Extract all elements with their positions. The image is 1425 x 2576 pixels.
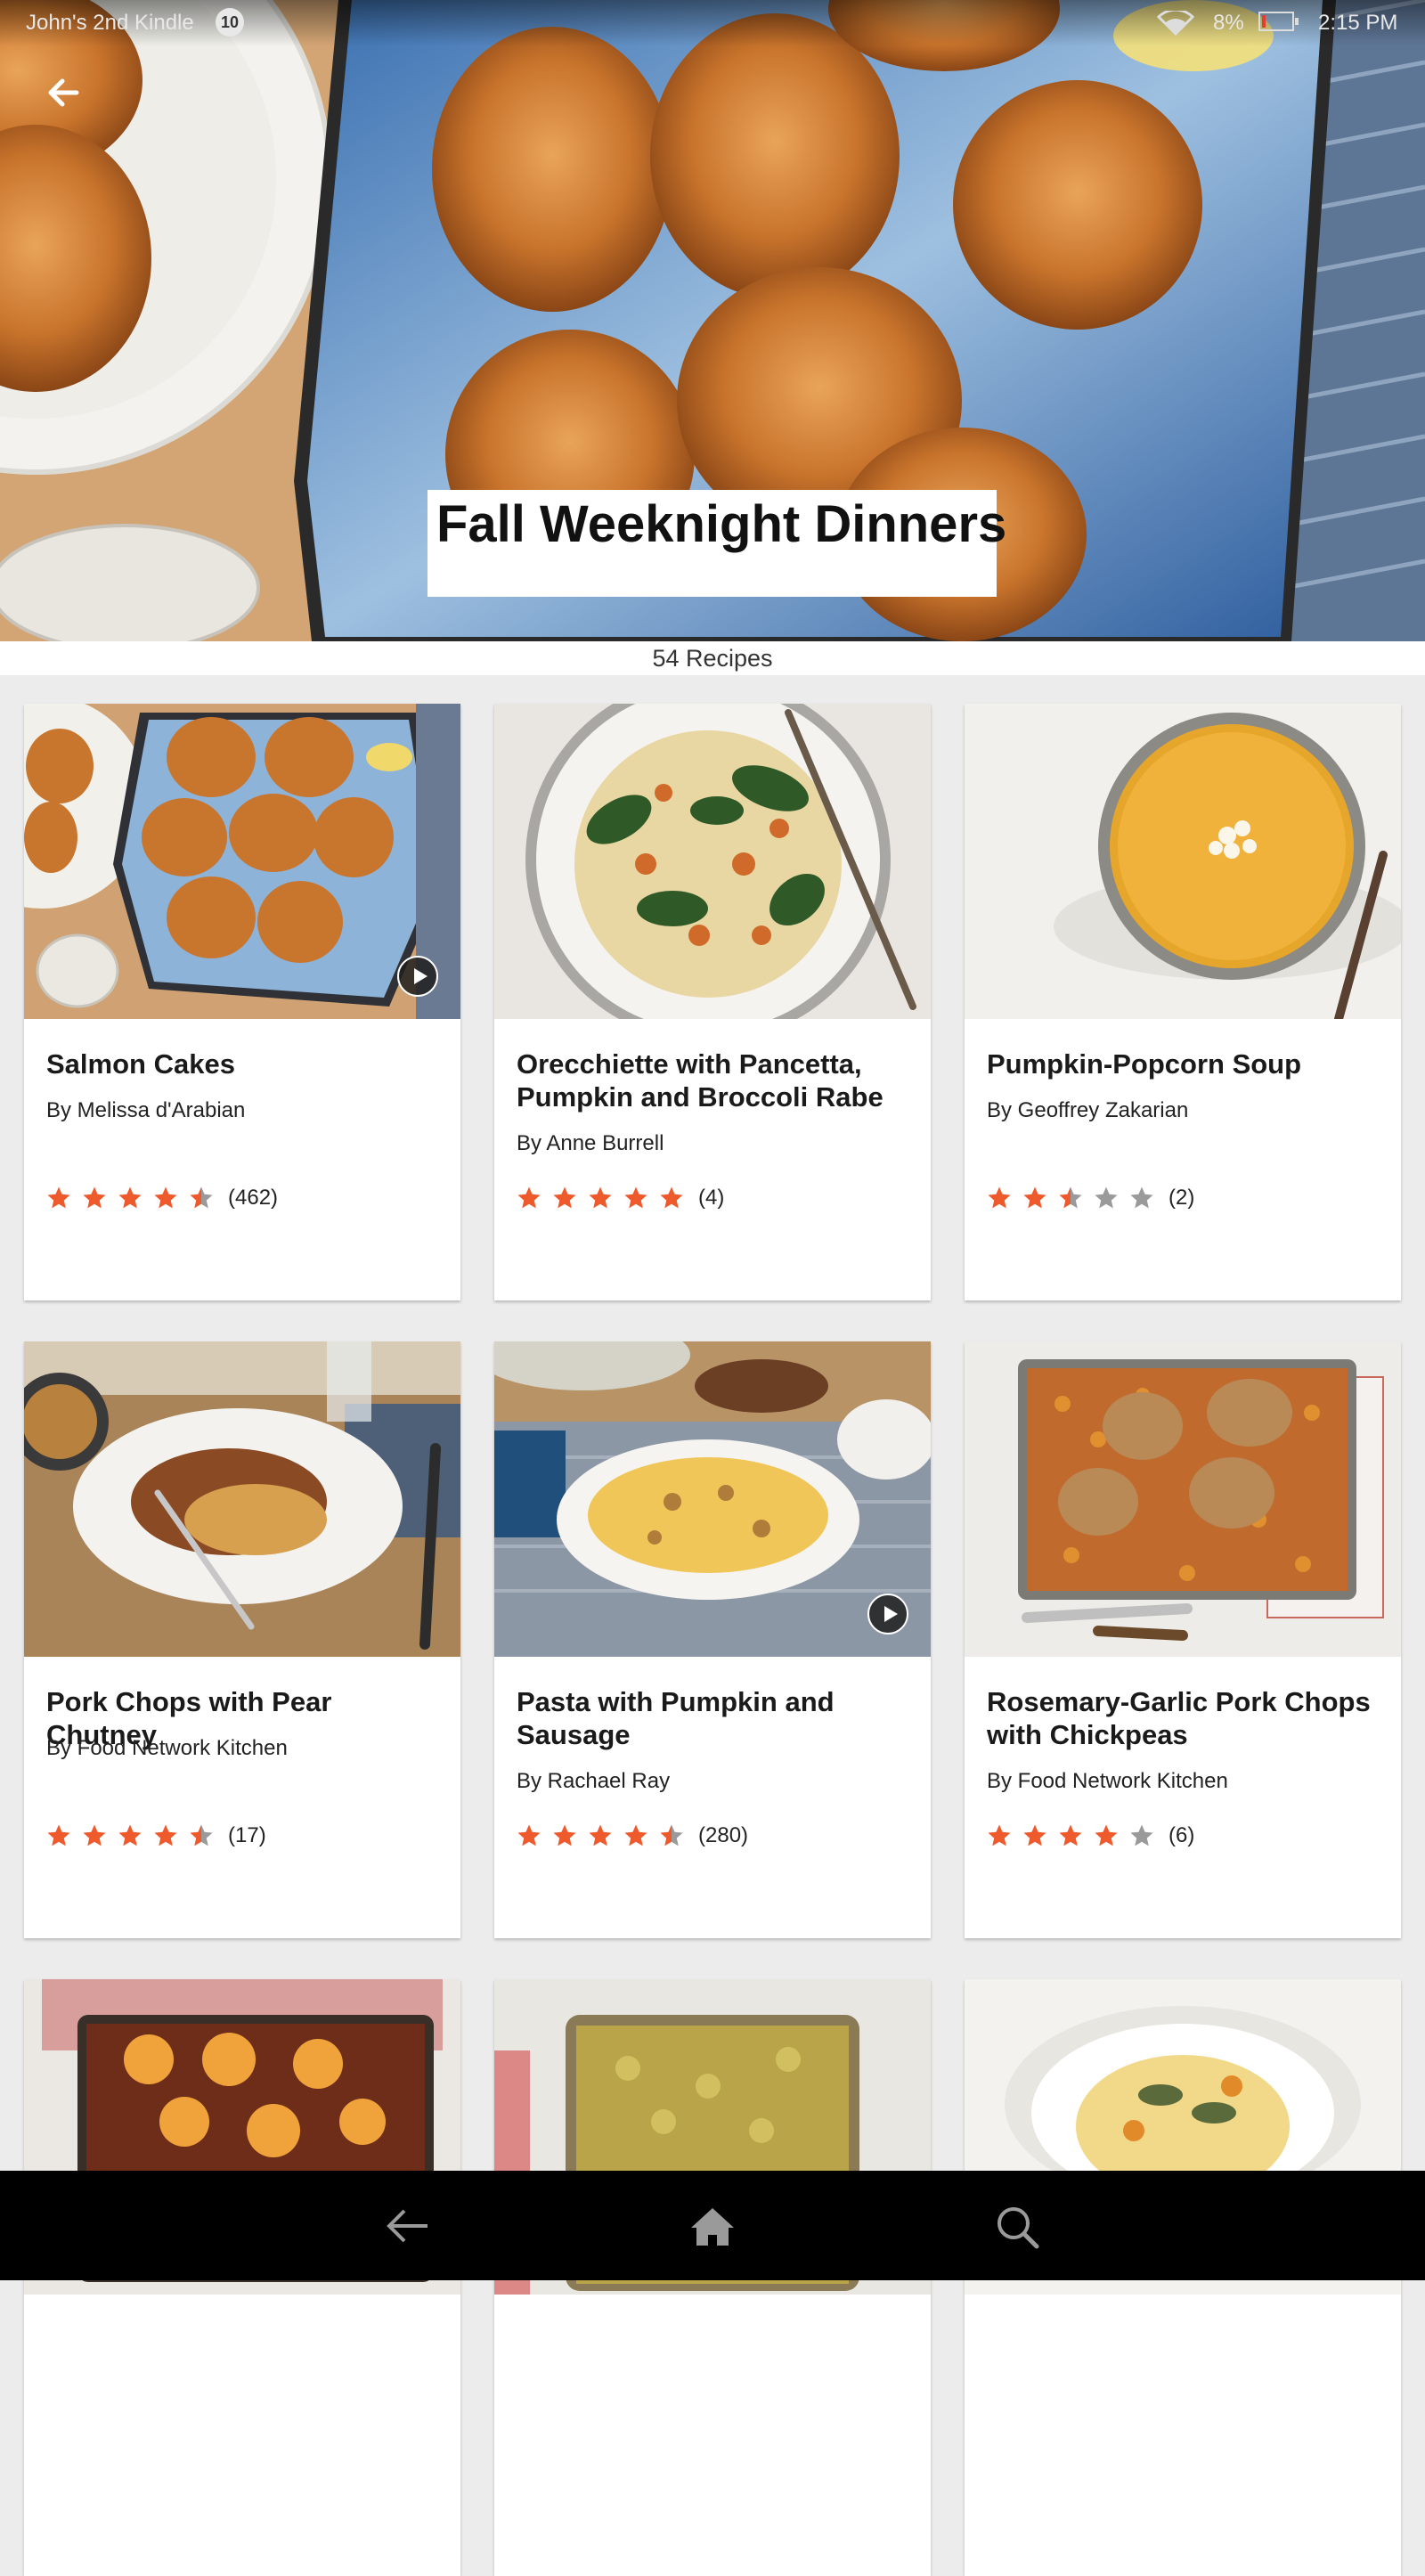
star-icon	[624, 1824, 647, 1846]
hero-banner: John's 2nd Kindle 10 8% 2:15 PM Fall Wee…	[0, 0, 1425, 641]
star-icon	[154, 1186, 177, 1209]
review-count: (6)	[1168, 1823, 1195, 1847]
recipe-photo[interactable]	[24, 704, 460, 1019]
video-play-icon[interactable]	[867, 1594, 908, 1634]
review-count: (17)	[228, 1823, 266, 1847]
recipe-rating: (4)	[517, 1183, 724, 1213]
recipe-card-pork-chops-pear-chutney[interactable]: Pork Chops with Pear Chutney By Food Net…	[24, 1341, 460, 1938]
recipe-author: By Geoffrey Zakarian	[987, 1098, 1189, 1122]
recipe-rating: (6)	[987, 1821, 1194, 1851]
star-icon	[589, 1186, 612, 1209]
recipe-rating: (462)	[46, 1183, 278, 1213]
recipe-rating: (17)	[46, 1821, 266, 1851]
star-icon	[83, 1824, 106, 1846]
recipe-title[interactable]: Salmon Cakes	[46, 1048, 447, 1080]
search-icon[interactable]	[981, 2190, 1053, 2262]
recipe-card-pumpkin-popcorn-soup[interactable]: Pumpkin-Popcorn Soup By Geoffrey Zakaria…	[965, 704, 1401, 1300]
recipe-author: By Food Network Kitchen	[987, 1769, 1228, 1793]
recipe-author: By Rachael Ray	[517, 1769, 671, 1793]
recipe-card-salmon-cakes[interactable]: Salmon Cakes By Melissa d'Arabian (462)	[24, 704, 460, 1300]
battery-icon	[1258, 12, 1299, 31]
star-icon	[1130, 1186, 1153, 1209]
star-icon	[553, 1824, 576, 1846]
recipe-rating: (2)	[987, 1183, 1194, 1213]
star-icon	[190, 1186, 213, 1209]
star-icon	[83, 1186, 106, 1209]
back-arrow-icon[interactable]	[39, 71, 89, 121]
star-icon	[660, 1824, 683, 1846]
recipe-count: 54 Recipes	[0, 641, 1425, 675]
wifi-icon	[1156, 8, 1195, 42]
star-icon	[1095, 1186, 1118, 1209]
recipe-title[interactable]: Orecchiette with Pancetta, Pumpkin and B…	[517, 1048, 917, 1113]
recipe-author: By Anne Burrell	[517, 1131, 664, 1155]
collection-title-box: Fall Weeknight Dinners	[428, 490, 1007, 597]
star-icon	[1059, 1186, 1082, 1209]
recipe-title[interactable]: Pumpkin-Popcorn Soup	[987, 1048, 1388, 1080]
star-icon	[517, 1186, 541, 1209]
battery-percent: 8%	[1213, 11, 1244, 35]
recipe-photo[interactable]	[494, 704, 931, 1019]
star-icon	[118, 1186, 142, 1209]
star-icon	[1095, 1824, 1118, 1846]
recipe-author: By Melissa d'Arabian	[46, 1098, 246, 1122]
recipe-title[interactable]: Rosemary-Garlic Pork Chops with Chickpea…	[987, 1685, 1388, 1751]
star-icon	[1059, 1824, 1082, 1846]
status-bar: John's 2nd Kindle 10 8% 2:15 PM	[0, 0, 1425, 46]
star-icon	[154, 1824, 177, 1846]
star-icon	[1023, 1824, 1046, 1846]
collection-title: Fall Weeknight Dinners	[436, 495, 1007, 553]
star-icon	[589, 1824, 612, 1846]
star-icon	[988, 1824, 1011, 1846]
star-icon	[47, 1186, 70, 1209]
star-icon	[553, 1186, 576, 1209]
recipe-photo[interactable]	[24, 1341, 460, 1657]
recipe-card-pasta-pumpkin-sausage[interactable]: Pasta with Pumpkin and Sausage By Rachae…	[494, 1341, 931, 1938]
star-icon	[118, 1824, 142, 1846]
nav-back-icon[interactable]	[372, 2190, 444, 2262]
review-count: (4)	[698, 1186, 725, 1210]
recipe-rating: (280)	[517, 1821, 748, 1851]
star-icon	[517, 1824, 541, 1846]
notification-badge[interactable]: 10	[216, 8, 244, 37]
star-icon	[660, 1186, 683, 1209]
review-count: (280)	[698, 1823, 749, 1847]
review-count: (462)	[228, 1186, 279, 1210]
system-nav-bar	[0, 2171, 1425, 2280]
star-icon	[988, 1186, 1011, 1209]
star-icon	[47, 1824, 70, 1846]
recipe-photo[interactable]	[494, 1341, 931, 1657]
recipe-author: By Food Network Kitchen	[46, 1736, 288, 1760]
recipe-photo[interactable]	[965, 704, 1401, 1019]
recipe-title[interactable]: Pasta with Pumpkin and Sausage	[517, 1685, 917, 1751]
recipe-photo[interactable]	[965, 1341, 1401, 1657]
recipe-card-orecchiette[interactable]: Orecchiette with Pancetta, Pumpkin and B…	[494, 704, 931, 1300]
review-count: (2)	[1168, 1186, 1195, 1210]
home-icon[interactable]	[677, 2190, 748, 2262]
star-icon	[1130, 1824, 1153, 1846]
recipe-card-rosemary-garlic-pork-chops[interactable]: Rosemary-Garlic Pork Chops with Chickpea…	[965, 1341, 1401, 1938]
star-icon	[1023, 1186, 1046, 1209]
device-name: John's 2nd Kindle	[26, 11, 194, 35]
star-icon	[190, 1824, 213, 1846]
video-play-icon[interactable]	[397, 956, 438, 997]
star-icon	[624, 1186, 647, 1209]
clock-time: 2:15 PM	[1318, 11, 1398, 35]
